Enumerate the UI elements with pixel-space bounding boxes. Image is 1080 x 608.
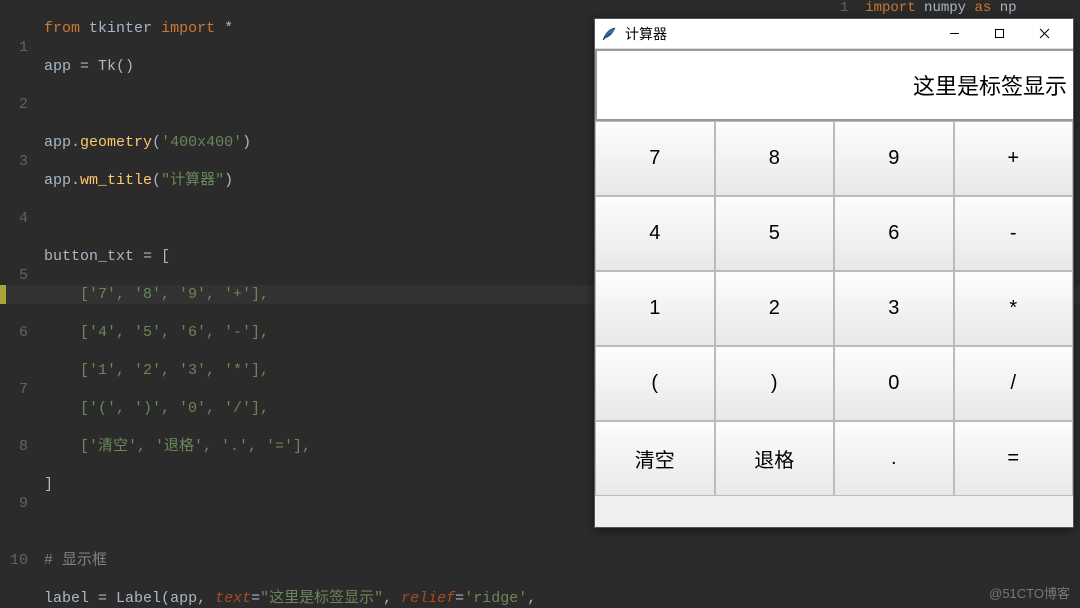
line-number: 1 [0,38,28,57]
key-3[interactable]: 3 [834,271,954,346]
close-button[interactable] [1022,20,1067,48]
line-number: 4 [0,209,28,228]
key-rparen[interactable]: ) [715,346,835,421]
key-1[interactable]: 1 [595,271,715,346]
line-number: 7 [0,380,28,399]
display-text: 这里是标签显示 [913,69,1067,101]
key-plus[interactable]: + [954,121,1074,196]
maximize-button[interactable] [977,20,1022,48]
minimize-button[interactable] [932,20,977,48]
app-feather-icon [601,26,617,42]
key-7[interactable]: 7 [595,121,715,196]
line-number: 5 [0,266,28,285]
line-gutter: 1 2 3 4 5 6 7 8 9 10 11 12 13 14 15 16 1… [0,0,32,608]
key-multiply[interactable]: * [954,271,1074,346]
line-number: 10 [0,551,28,570]
background-tab-fragment: 1 import numpy as np [810,0,1080,18]
key-backspace[interactable]: 退格 [715,421,835,496]
key-9[interactable]: 9 [834,121,954,196]
window-title: 计算器 [625,24,667,44]
line-number: 6 [0,323,28,342]
key-lparen[interactable]: ( [595,346,715,421]
key-5[interactable]: 5 [715,196,835,271]
watermark: @51CTO博客 [989,583,1070,602]
calculator-keypad: 7 8 9 + 4 5 6 - 1 2 3 * ( ) 0 / 清空 退格 . … [595,121,1073,496]
key-divide[interactable]: / [954,346,1074,421]
key-6[interactable]: 6 [834,196,954,271]
key-clear[interactable]: 清空 [595,421,715,496]
key-4[interactable]: 4 [595,196,715,271]
code-area[interactable]: from tkinter import * app = Tk() app.geo… [44,0,602,608]
line-number: 9 [0,494,28,513]
key-0[interactable]: 0 [834,346,954,421]
key-8[interactable]: 8 [715,121,835,196]
line-number: 3 [0,152,28,171]
key-2[interactable]: 2 [715,271,835,346]
key-minus[interactable]: - [954,196,1074,271]
calculator-window: 计算器 这里是标签显示 7 8 9 + 4 5 6 - 1 2 3 * ( ) … [594,18,1074,528]
calculator-display: 这里是标签显示 [595,49,1073,121]
key-equals[interactable]: = [954,421,1074,496]
line-number: 2 [0,95,28,114]
line-number: 8 [0,437,28,456]
key-dot[interactable]: . [834,421,954,496]
window-titlebar[interactable]: 计算器 [595,19,1073,49]
